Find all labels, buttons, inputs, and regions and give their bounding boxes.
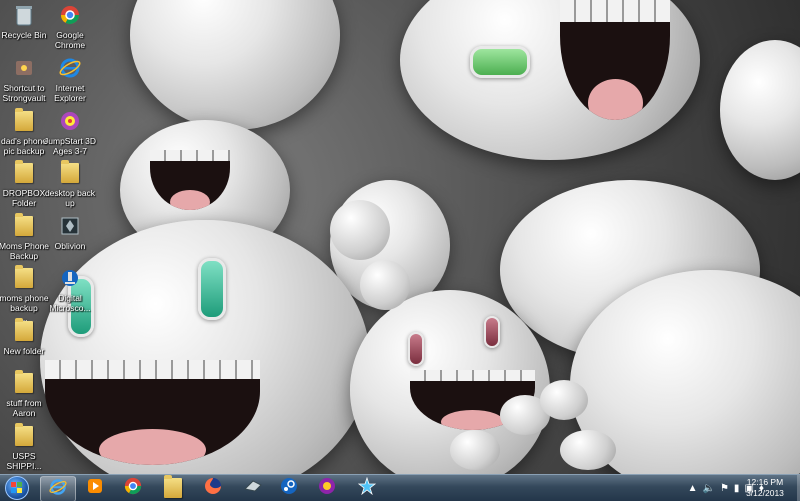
digital-microscope-icon [57,265,83,291]
recycle-bin-icon [11,2,37,28]
wallpaper-shape [720,40,800,180]
folder-icon [11,370,37,396]
taskbar-game-2[interactable] [310,476,344,500]
media-player-icon [86,477,104,500]
jumpstart-icon [57,108,83,134]
chevron-up-icon[interactable]: ▲ [688,483,698,494]
windows-logo-icon [5,476,29,500]
wallpaper-eye [484,316,500,348]
desktop-icon-new-folder[interactable]: New folder [0,318,54,356]
desktop-icon-digital-microscope[interactable]: Digital Microsco... [40,265,100,313]
desktop-icon-stuff-from-aaron[interactable]: stuff from Aaron [0,370,54,418]
taskbar: ▲ 🔈 ⚑ ▮ ▣ ♦ 12:16 PM 3/12/2013 [0,474,800,502]
clock-time: 12:16 PM [746,477,784,487]
clock[interactable]: 12:16 PM 3/12/2013 [734,477,796,499]
wallpaper-eye [408,332,424,366]
taskbar-chrome[interactable] [116,476,150,500]
clock-date: 3/12/2013 [746,488,784,498]
oblivion-icon [57,213,83,239]
chrome-icon [57,2,83,28]
folder-icon [57,160,83,186]
wallpaper-shape [130,0,340,130]
folder-icon [164,475,182,498]
wallpaper-toe [330,200,390,260]
wallpaper-toe [360,260,410,310]
firefox-icon [204,477,222,500]
wallpaper-toe [540,380,588,420]
chrome-icon [124,477,142,500]
desktop-icon-internet-explorer[interactable]: Internet Explorer [40,55,100,103]
volume-icon[interactable]: 🔈 [703,483,715,494]
wallpaper-toe [450,430,500,470]
taskbar-game[interactable] [236,476,270,500]
folder-icon [11,318,37,344]
taskbar-firefox[interactable] [196,476,230,500]
desktop-icon-usps-shipping[interactable]: USPS SHIPPI... [0,423,54,471]
wallpaper-eye [470,46,530,78]
folder-icon [11,108,37,134]
taskbar-star-app[interactable] [350,476,384,500]
folder-icon [11,160,37,186]
taskbar-steam[interactable] [272,476,306,500]
desktop-icon-oblivion[interactable]: Oblivion [40,213,100,251]
game-icon [243,477,263,500]
internet-explorer-icon [57,55,83,81]
desktop-icon-desktop-back-up[interactable]: desktop back up [40,160,100,208]
desktop-icon-google-chrome[interactable]: Google Chrome [40,2,100,50]
desktop-background: Recycle Bin Google Chrome Shortcut to St… [0,0,800,474]
start-button[interactable] [2,475,32,501]
taskbar-file-explorer[interactable] [156,475,190,500]
star-icon [357,476,377,500]
steam-icon [280,477,298,500]
folder-icon [11,423,37,449]
flag-icon[interactable]: ⚑ [720,483,729,494]
taskbar-media-player[interactable] [78,476,112,500]
folder-icon [11,265,37,291]
strongvault-icon [11,55,37,81]
internet-explorer-icon [49,478,67,501]
wallpaper-eye [198,258,226,320]
game-2-icon [318,477,336,500]
taskbar-internet-explorer[interactable] [40,476,76,502]
folder-icon [11,213,37,239]
desktop-icon-jumpstart-3d[interactable]: JumpStart 3D Ages 3-7 [40,108,100,156]
wallpaper-toe [560,430,616,470]
